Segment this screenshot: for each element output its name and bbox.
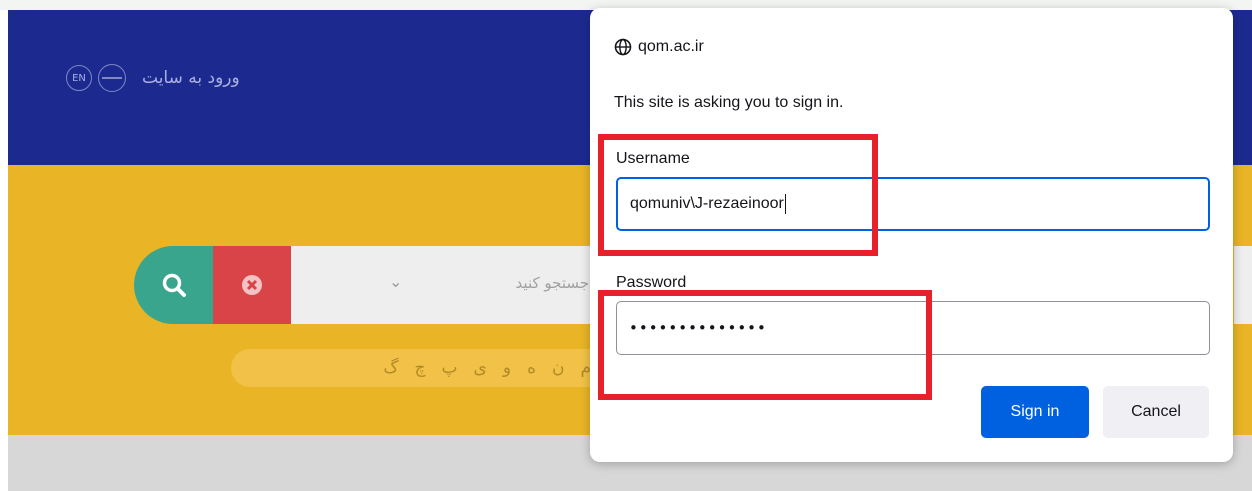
search-input[interactable]: ⌄ جستجو کنید (291, 246, 601, 324)
highlight-box-password (598, 290, 932, 400)
clear-search-button[interactable] (213, 246, 291, 324)
globe-icon (614, 38, 632, 56)
origin-host: qom.ac.ir (638, 38, 704, 55)
search-button[interactable] (134, 246, 214, 324)
letter-filter[interactable]: و (503, 358, 511, 378)
letter-filter[interactable]: ه (527, 358, 536, 378)
cancel-button[interactable]: Cancel (1103, 386, 1209, 438)
letter-filter[interactable]: پ (442, 358, 458, 378)
search-placeholder: جستجو کنید (515, 274, 589, 292)
letter-filter[interactable]: ن (552, 358, 564, 378)
dialog-message: This site is asking you to sign in. (614, 94, 844, 111)
letter-filter[interactable]: چ (415, 358, 426, 378)
search-field-edge (1234, 246, 1252, 324)
search-icon (162, 273, 186, 297)
letter-filter[interactable]: ی (474, 358, 487, 378)
login-link[interactable]: ورود به سایت (142, 68, 240, 88)
dialog-origin: qom.ac.ir (614, 38, 704, 56)
language-en-button[interactable]: EN (66, 65, 92, 91)
sign-in-button[interactable]: Sign in (981, 386, 1089, 438)
close-circle-icon (242, 275, 262, 295)
alphabet-filter-bar: گ چ پ ی و ه ن م (231, 349, 601, 387)
highlight-box-username (598, 134, 878, 256)
header-links: EN ورود به سایت (66, 64, 240, 92)
chevron-down-icon[interactable]: ⌄ (389, 272, 402, 291)
toggle-icon[interactable] (98, 64, 126, 92)
letter-filter[interactable]: گ (383, 358, 398, 378)
